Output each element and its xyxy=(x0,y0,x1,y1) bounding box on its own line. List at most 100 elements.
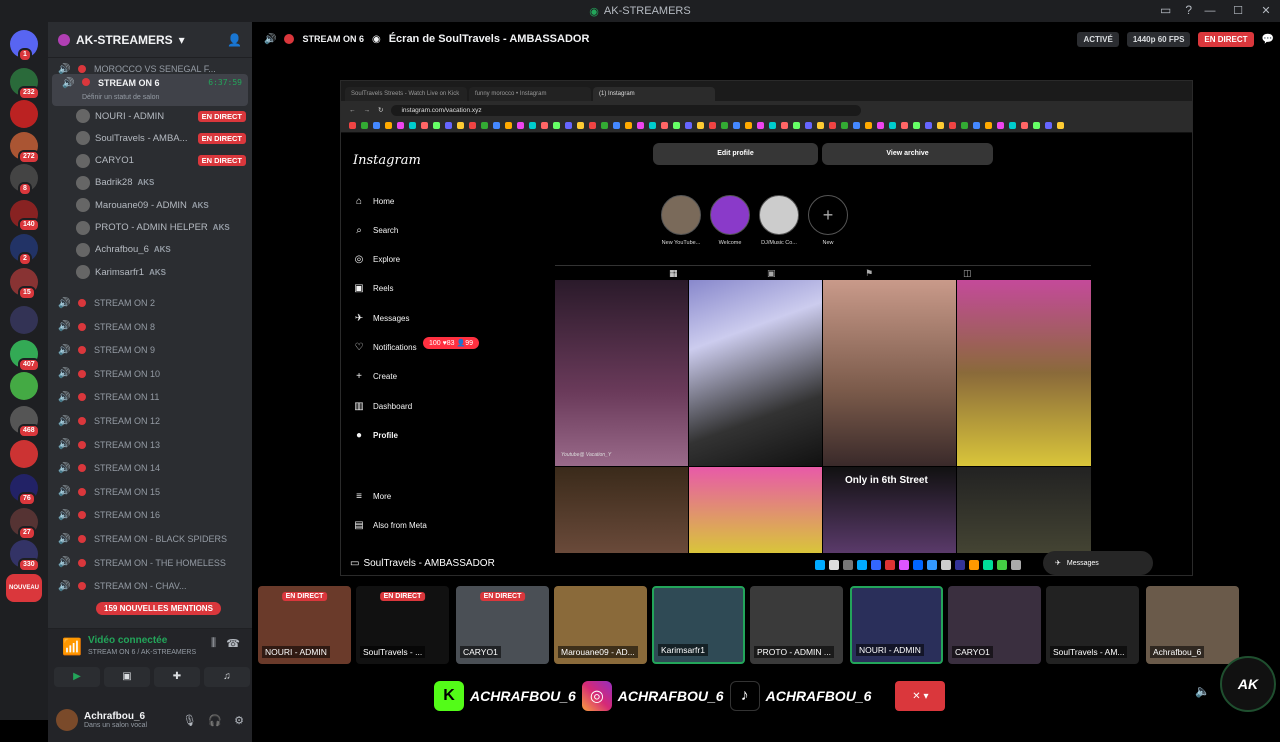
camera-button[interactable]: ▶ xyxy=(54,667,100,687)
taskbar-app-icon[interactable] xyxy=(983,560,993,570)
taskbar-app-icon[interactable] xyxy=(871,560,881,570)
bookmark-icon[interactable] xyxy=(937,122,944,129)
bookmark-icon[interactable] xyxy=(1057,122,1064,129)
nav-explore[interactable]: ◎ Explore xyxy=(353,250,503,270)
bookmark-icon[interactable] xyxy=(685,122,692,129)
bookmark-icon[interactable] xyxy=(385,122,392,129)
bookmark-icon[interactable] xyxy=(541,122,548,129)
nav-messages[interactable]: ✈ Messages xyxy=(353,308,503,328)
bookmark-icon[interactable] xyxy=(529,122,536,129)
taskbar-app-icon[interactable] xyxy=(1011,560,1021,570)
channel-item[interactable]: 🔊 STREAM ON 12 xyxy=(48,410,252,432)
voice-user[interactable]: Badrik28 AKS xyxy=(76,173,246,193)
bookmark-icon[interactable] xyxy=(865,122,872,129)
participant-tile[interactable]: NOURI - ADMIN xyxy=(850,586,943,664)
browser-tab[interactable]: SoulTravels Streets - Watch Live on Kick xyxy=(345,87,467,101)
bookmark-icon[interactable] xyxy=(637,122,644,129)
bookmark-icon[interactable] xyxy=(397,122,404,129)
browser-tab[interactable]: (1) Instagram xyxy=(593,87,715,101)
bookmark-icon[interactable] xyxy=(481,122,488,129)
close-button[interactable]: ✕ xyxy=(1252,0,1280,22)
grid-icon[interactable]: ▦ xyxy=(669,268,678,279)
server-icon[interactable] xyxy=(10,440,38,468)
bookmark-icon[interactable] xyxy=(649,122,656,129)
add-member-icon[interactable]: 👤 xyxy=(227,33,242,47)
nav-search[interactable]: ⌕ Search xyxy=(353,220,503,240)
bookmark-icon[interactable] xyxy=(997,122,1004,129)
channel-item[interactable]: 🔊 STREAM ON - CHAV... xyxy=(48,575,252,597)
bookmark-icon[interactable] xyxy=(589,122,596,129)
bookmark-icon[interactable] xyxy=(433,122,440,129)
bookmark-icon[interactable] xyxy=(1033,122,1040,129)
bookmark-icon[interactable] xyxy=(985,122,992,129)
noise-icon[interactable]: ⫼ xyxy=(211,637,216,650)
taskbar-app-icon[interactable] xyxy=(857,560,867,570)
channel-item[interactable]: 🔊 STREAM ON 8 xyxy=(48,316,252,338)
bookmark-icon[interactable] xyxy=(973,122,980,129)
post-tile[interactable] xyxy=(957,280,1091,466)
help-icon[interactable]: ? xyxy=(1185,3,1192,17)
bookmark-icon[interactable] xyxy=(601,122,608,129)
chat-icon[interactable]: 💬 xyxy=(1262,34,1274,45)
post-tile[interactable] xyxy=(689,280,822,466)
nav-home[interactable]: ⌂ Home xyxy=(353,191,503,211)
post-tile[interactable] xyxy=(823,280,956,466)
guild-header[interactable]: AK-STREAMERS ▾ 👤 xyxy=(48,22,252,58)
channel-item[interactable]: 🔊 STREAM ON 14 xyxy=(48,457,252,479)
channel-item[interactable]: 🔊 STREAM ON 10 xyxy=(48,363,252,385)
taskbar-app-icon[interactable] xyxy=(941,560,951,570)
nav-meta[interactable]: ▤ Also from Meta xyxy=(353,515,503,535)
bookmark-icon[interactable] xyxy=(925,122,932,129)
post-tile[interactable] xyxy=(957,467,1091,553)
bookmark-icon[interactable] xyxy=(769,122,776,129)
gear-icon[interactable]: ⚙ xyxy=(234,714,244,727)
inbox-icon[interactable]: ▭ xyxy=(1160,3,1171,17)
url-field[interactable]: instagram.com/vacation.xyz xyxy=(391,104,862,116)
volume-icon[interactable]: 🔈 xyxy=(1195,684,1210,698)
bookmark-icon[interactable] xyxy=(373,122,380,129)
bookmark-icon[interactable] xyxy=(793,122,800,129)
bookmark-icon[interactable] xyxy=(421,122,428,129)
browser-tab[interactable]: funny morocco • Instagram xyxy=(469,87,591,101)
voice-user[interactable]: Karimsarfr1 AKS xyxy=(76,262,246,282)
bookmark-icon[interactable] xyxy=(697,122,704,129)
bookmark-icon[interactable] xyxy=(913,122,920,129)
bookmark-icon[interactable] xyxy=(841,122,848,129)
taskbar-app-icon[interactable] xyxy=(955,560,965,570)
bookmark-icon[interactable] xyxy=(1021,122,1028,129)
minimize-button[interactable]: — xyxy=(1196,0,1224,22)
story-highlight[interactable]: + New xyxy=(808,195,848,246)
taskbar-app-icon[interactable] xyxy=(927,560,937,570)
bookmark-icon[interactable] xyxy=(781,122,788,129)
server-icon[interactable] xyxy=(10,100,38,128)
soundboard-button[interactable]: ♫ xyxy=(204,667,250,687)
taskbar-app-icon[interactable] xyxy=(829,560,839,570)
participant-tile[interactable]: EN DIRECT NOURI - ADMIN xyxy=(258,586,351,664)
post-tile[interactable]: Only in 6th Street xyxy=(823,467,956,553)
taskbar-app-icon[interactable] xyxy=(843,560,853,570)
tagged-icon[interactable]: ◫ xyxy=(963,268,972,279)
nav-reels[interactable]: ▣ Reels xyxy=(353,279,503,299)
activities-button[interactable]: ✚ xyxy=(154,667,200,687)
saved-icon[interactable]: ⚑ xyxy=(865,268,873,279)
bookmark-icon[interactable] xyxy=(457,122,464,129)
headphones-icon[interactable]: 🎧 xyxy=(208,714,222,727)
bookmark-icon[interactable] xyxy=(625,122,632,129)
participant-tile[interactable]: Achrafbou_6 xyxy=(1146,586,1239,664)
bookmark-icon[interactable] xyxy=(949,122,956,129)
channel-item[interactable]: 🔊 STREAM ON 13 xyxy=(48,434,252,456)
bookmark-icon[interactable] xyxy=(877,122,884,129)
channel-item[interactable]: 🔊 STREAM ON 11 xyxy=(48,386,252,408)
post-tile[interactable]: Youtube@ Vacation_Y xyxy=(555,280,688,466)
participant-tile[interactable]: EN DIRECT SoulTravels - ... xyxy=(356,586,449,664)
bookmark-icon[interactable] xyxy=(553,122,560,129)
bookmark-icon[interactable] xyxy=(805,122,812,129)
bookmark-icon[interactable] xyxy=(817,122,824,129)
new-mentions-badge[interactable]: 159 NOUVELLES MENTIONS xyxy=(96,602,221,615)
channel-item[interactable]: 🔊 STREAM ON - BLACK SPIDERS xyxy=(48,528,252,550)
participant-tile[interactable]: PROTO - ADMIN ... xyxy=(750,586,843,664)
back-icon[interactable]: ← xyxy=(349,107,356,114)
instagram-logo[interactable]: Instagram xyxy=(353,153,421,168)
voice-user[interactable]: Achrafbou_6 AKS xyxy=(76,240,246,260)
voice-user[interactable]: NOURI - ADMIN EN DIRECT xyxy=(76,106,246,126)
